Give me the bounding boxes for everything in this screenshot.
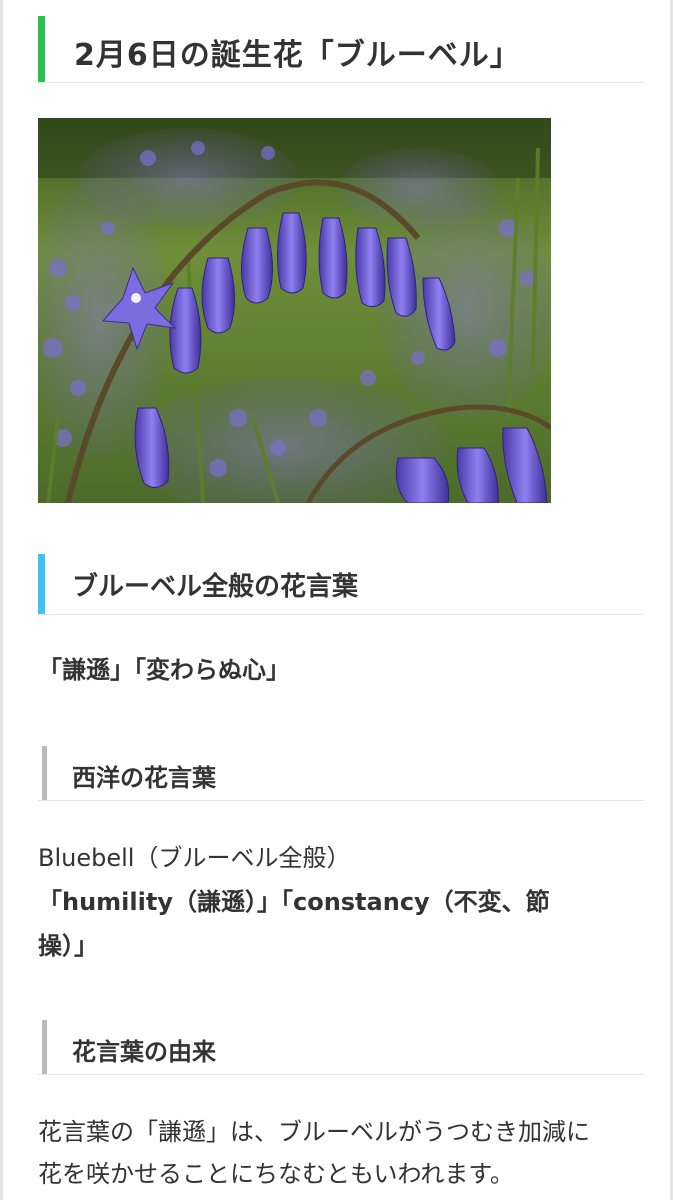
- section-general-heading: ブルーベル全般の花言葉: [38, 554, 644, 615]
- main-heading: 2月6日の誕生花「ブルーベル」: [38, 16, 644, 83]
- section-general-accent-bar: [38, 554, 45, 614]
- section-origin-heading: 花言葉の由来: [38, 1020, 644, 1075]
- section-western-heading: 西洋の花言葉: [38, 746, 644, 801]
- section-western-heading-text: 西洋の花言葉: [72, 764, 216, 792]
- main-heading-accent-bar: [38, 16, 45, 82]
- origin-text-line-1: 花言葉の「謙遜」は、ブルーベルがうつむき加減に: [38, 1118, 590, 1146]
- bluebell-photo: [38, 118, 551, 503]
- western-flower-name: Bluebell（ブルーベル全般）: [38, 844, 351, 872]
- western-meanings-line-2: 操）」: [38, 932, 98, 960]
- main-heading-text: 2月6日の誕生花「ブルーベル」: [74, 38, 521, 73]
- origin-text-line-2: 花を咲かせることにちなむともいわれます。: [38, 1160, 514, 1188]
- section-general-heading-text: ブルーベル全般の花言葉: [72, 572, 359, 602]
- frame-border-left: [0, 0, 3, 1200]
- section-western-accent-bar: [42, 746, 47, 800]
- article-content: 2月6日の誕生花「ブルーベル」 ブルーベル全般の花言葉 「謙遜」「変わらぬ心」 …: [38, 0, 644, 1188]
- general-meanings: 「謙遜」「変わらぬ心」: [38, 656, 290, 684]
- section-origin-heading-text: 花言葉の由来: [72, 1038, 216, 1066]
- section-origin-accent-bar: [42, 1020, 47, 1074]
- western-meanings-line-1: 「humility（謙遜）」「constancy（不変、節: [38, 888, 550, 916]
